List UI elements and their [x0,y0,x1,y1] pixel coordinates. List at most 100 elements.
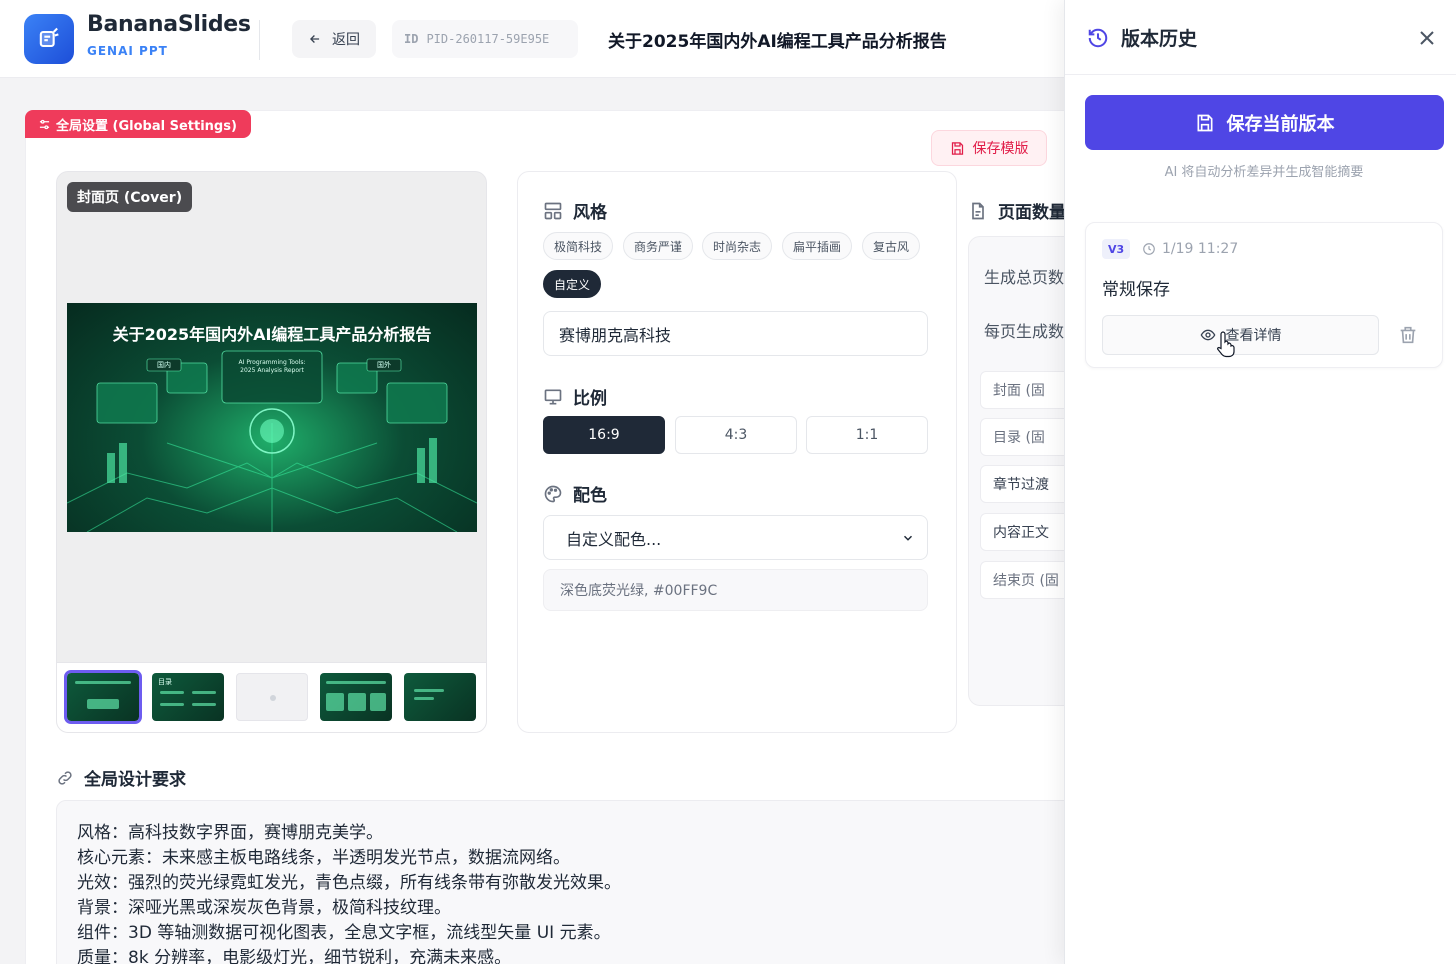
thumbnail-4[interactable] [320,673,392,721]
thumbnail-2[interactable]: 目录 [152,673,224,721]
trash-icon[interactable] [1397,324,1419,346]
document-title: 关于2025年国内外AI编程工具产品分析报告 [608,32,947,52]
version-history-header: 版本历史 [1065,0,1456,75]
version-time: 1/19 11:27 [1142,239,1238,259]
back-label: 返回 [332,32,360,48]
version-time-text: 1/19 11:27 [1162,241,1239,257]
history-icon [1088,28,1108,47]
ratio-title-text: 比例 [573,389,607,409]
color-scheme-value: 自定义配色... [566,529,662,549]
version-badge: V3 [1102,239,1131,259]
design-line: 光效：强烈的荧光绿霓虹发光，青色点缀，所有线条带有弥散发光效果。 [77,873,621,893]
thumb-line [326,693,344,711]
slide-center-line1: AI Programming Tools: [238,359,306,366]
hand-cursor-icon [1216,331,1235,358]
brand-name: BananaSlides [87,12,251,37]
banana-logo-icon [39,27,59,48]
style-title-text: 风格 [573,203,607,223]
link-icon [58,770,72,785]
ratio-16-9-button[interactable]: 16:9 [543,416,665,454]
design-requirements-textarea[interactable]: 风格：高科技数字界面，赛博朋克美学。 核心元素：未来感主板电路线条，半透明发光节… [56,800,1086,964]
page-count-title-text: 页面数量 [998,203,1066,223]
version-history-title: 版本历史 [1087,24,1197,51]
slide-tag-left: 国内 [157,361,171,369]
thumb-line [160,691,184,694]
save-template-label: 保存模版 [972,141,1029,157]
save-template-button[interactable]: 保存模版 [931,130,1047,166]
ratio-1-1-button[interactable]: 1:1 [806,416,928,454]
style-section-title: 风格 [543,198,607,223]
style-chip-custom[interactable]: 自定义 [543,270,602,298]
slide-center-line2: 2025 Analysis Report [240,367,304,374]
eye-icon [1200,329,1215,341]
design-line: 风格：高科技数字界面，赛博朋克美学。 [77,823,383,843]
custom-style-input[interactable]: 赛博朋克高科技 [543,311,928,356]
slide-tag-right: 国外 [377,361,391,369]
color-scheme-select[interactable]: 自定义配色... [543,515,928,560]
layout-icon [544,202,562,219]
version-history-title-text: 版本历史 [1121,28,1198,50]
arrow-left-icon [310,35,320,43]
ai-summary-hint: AI 将自动分析差异并生成智能摘要 [1164,165,1364,180]
thumbnail-strip: 目录 [57,662,486,732]
save-current-version-button[interactable]: 保存当前版本 [1085,95,1444,150]
design-line: 质量：8k 分辨率，电影级灯光，细节锐利，充满未来感。 [77,948,512,964]
save-icon [951,141,963,155]
design-line: 组件：3D 等轴测数据可视化图表，全息文字框，流线型矢量 UI 元素。 [77,923,611,943]
total-pages-label: 生成总页数 [984,268,1065,287]
monitor-icon [544,389,562,404]
color-section-title: 配色 [543,481,607,506]
global-settings-label: 全局设置 (Global Settings) [56,118,237,134]
close-icon[interactable] [1415,26,1439,50]
palette-icon [544,485,562,502]
style-chip-retro[interactable]: 复古风 [862,232,921,260]
thumb-line [87,699,119,709]
thumbnail-3[interactable] [236,673,308,721]
header-divider [259,20,260,60]
color-title-text: 配色 [573,486,607,506]
version-history-panel: 版本历史 保存当前版本 AI 将自动分析差异并生成智能摘要 V3 1/19 11… [1064,0,1456,964]
thumb-line [75,681,131,684]
project-id-value: PID-260117-59E95E [426,32,550,46]
style-chip-business[interactable]: 商务严谨 [623,232,694,260]
page-count-section-title: 页面数量 [968,198,1066,223]
cover-tag: 封面页 (Cover) [67,182,193,212]
save-current-version-label: 保存当前版本 [1226,113,1335,135]
back-button[interactable]: 返回 [292,20,376,58]
thumb-line [414,689,444,692]
ratio-section-title: 比例 [543,384,607,409]
style-chip-minimal-tech[interactable]: 极简科技 [543,232,614,260]
loading-dot [270,695,276,701]
app-logo [24,14,74,64]
thumb-line [192,703,216,706]
chevron-down-icon [903,535,913,541]
global-settings-badge: 全局设置 (Global Settings) [25,110,251,138]
color-description-input[interactable]: 深色底荧光绿, #00FF9C [543,569,928,611]
version-label: 常规保存 [1102,280,1170,300]
design-line: 核心元素：未来感主板电路线条，半透明发光节点，数据流网络。 [77,848,570,868]
thumb-line [348,693,366,711]
thumb-line [160,703,184,706]
thumb-line [192,691,216,694]
thumbnail-5[interactable] [404,673,476,721]
design-line: 背景：深哑光黑或深炭灰色背景，极简科技纹理。 [77,898,451,918]
thumb-2-label: 目录 [158,678,172,686]
slide-preview-image[interactable]: 关于2025年国内外AI编程工具产品分析报告 国内 国外 AI Programm… [67,303,477,532]
version-card: V3 1/19 11:27 常规保存 查看详情 [1085,222,1443,368]
clock-icon [1143,243,1155,255]
thumbnail-1[interactable] [64,670,142,724]
app-header: BananaSlides GENAI PPT 返回 ID PID-260117-… [0,0,1064,78]
style-chip-fashion[interactable]: 时尚杂志 [702,232,773,260]
save-icon [1197,114,1212,131]
per-page-label: 每页生成数 [984,322,1065,341]
project-id-label: ID [404,32,419,46]
ratio-4-3-button[interactable]: 4:3 [675,416,797,454]
design-requirements-title: 全局设计要求 [56,765,186,790]
style-chip-flat[interactable]: 扁平插画 [782,232,853,260]
slide-title: 关于2025年国内外AI编程工具产品分析报告 [112,325,432,344]
thumb-line [414,697,434,700]
brand-subtitle: GENAI PPT [87,44,168,58]
sliders-icon [39,119,50,129]
file-count-icon [972,202,984,219]
view-details-button[interactable]: 查看详情 [1102,315,1379,355]
